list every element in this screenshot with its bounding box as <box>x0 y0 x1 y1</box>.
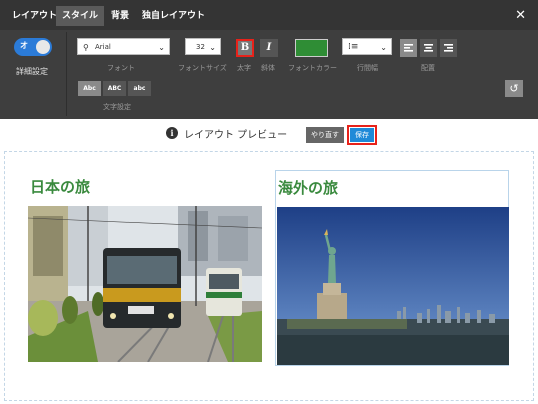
tab-background[interactable]: 背景 <box>105 6 135 26</box>
align-right-button[interactable] <box>440 39 457 57</box>
card-title: 日本の旅 <box>30 178 91 196</box>
statue-of-liberty-illustration <box>277 207 509 365</box>
case-lower-button[interactable]: abc <box>128 81 151 96</box>
align-left-button[interactable] <box>400 39 417 57</box>
tab-bar: レイアウト スタイル 背景 独自レイアウト ✕ <box>0 0 538 30</box>
bold-button[interactable]: B <box>236 39 254 57</box>
italic-caption: 斜体 <box>261 64 275 72</box>
align-left-icon <box>404 44 413 52</box>
bold-caption: 太字 <box>237 64 251 72</box>
chevron-down-icon: ⌄ <box>380 43 387 52</box>
font-select[interactable]: ⚲ Arial ⌄ <box>77 38 170 55</box>
font-caption: フォント <box>107 64 135 72</box>
chevron-down-icon: ⌄ <box>158 43 165 52</box>
toggle-knob <box>36 40 50 54</box>
save-button-label: 保存 <box>350 128 374 142</box>
card-overseas[interactable]: 海外の旅 <box>275 170 509 366</box>
tram-photo <box>28 206 262 362</box>
toggle-label: オ <box>20 41 28 50</box>
case-capitalize-button[interactable]: Abc <box>78 81 101 96</box>
font-color-swatch[interactable] <box>295 39 328 57</box>
tab-style[interactable]: スタイル <box>56 6 105 26</box>
tab-layout[interactable]: レイアウト <box>6 6 63 26</box>
align-center-icon <box>424 44 433 52</box>
italic-button[interactable]: I <box>260 39 278 57</box>
font-select-value: Arial <box>95 43 111 51</box>
align-center-button[interactable] <box>420 39 437 57</box>
divider <box>66 32 67 116</box>
font-size-value: 32 <box>196 43 205 51</box>
text-case-caption: 文字設定 <box>103 103 131 111</box>
case-upper-button[interactable]: ABC <box>103 81 126 96</box>
card-title: 海外の旅 <box>278 179 339 197</box>
font-size-caption: フォントサイズ <box>178 64 227 72</box>
redo-button[interactable]: やり直す <box>306 127 344 143</box>
close-icon[interactable]: ✕ <box>515 6 526 26</box>
save-button[interactable]: 保存 <box>347 125 377 145</box>
chevron-down-icon: ⌄ <box>209 43 216 52</box>
line-spacing-icon: ⁞≡ <box>348 42 359 52</box>
font-color-caption: フォントカラー <box>288 64 337 72</box>
line-spacing-caption: 行間幅 <box>357 64 378 72</box>
font-size-select[interactable]: 32 ⌄ <box>185 38 221 55</box>
search-icon: ⚲ <box>83 43 89 52</box>
statue-of-liberty-photo <box>277 207 509 365</box>
line-spacing-select[interactable]: ⁞≡ ⌄ <box>342 38 392 55</box>
tab-custom-layout[interactable]: 独自レイアウト <box>136 6 211 26</box>
detail-settings-label: 詳細設定 <box>16 67 48 76</box>
reset-icon[interactable]: ↺ <box>505 80 523 97</box>
preview-title: レイアウト プレビュー <box>184 130 288 141</box>
info-icon: i <box>166 127 178 139</box>
detail-settings-toggle[interactable]: オ <box>14 38 52 56</box>
alignment-caption: 配置 <box>421 64 435 72</box>
tram-illustration <box>28 206 262 362</box>
align-right-icon <box>444 44 453 52</box>
card-japan[interactable]: 日本の旅 <box>28 170 263 366</box>
